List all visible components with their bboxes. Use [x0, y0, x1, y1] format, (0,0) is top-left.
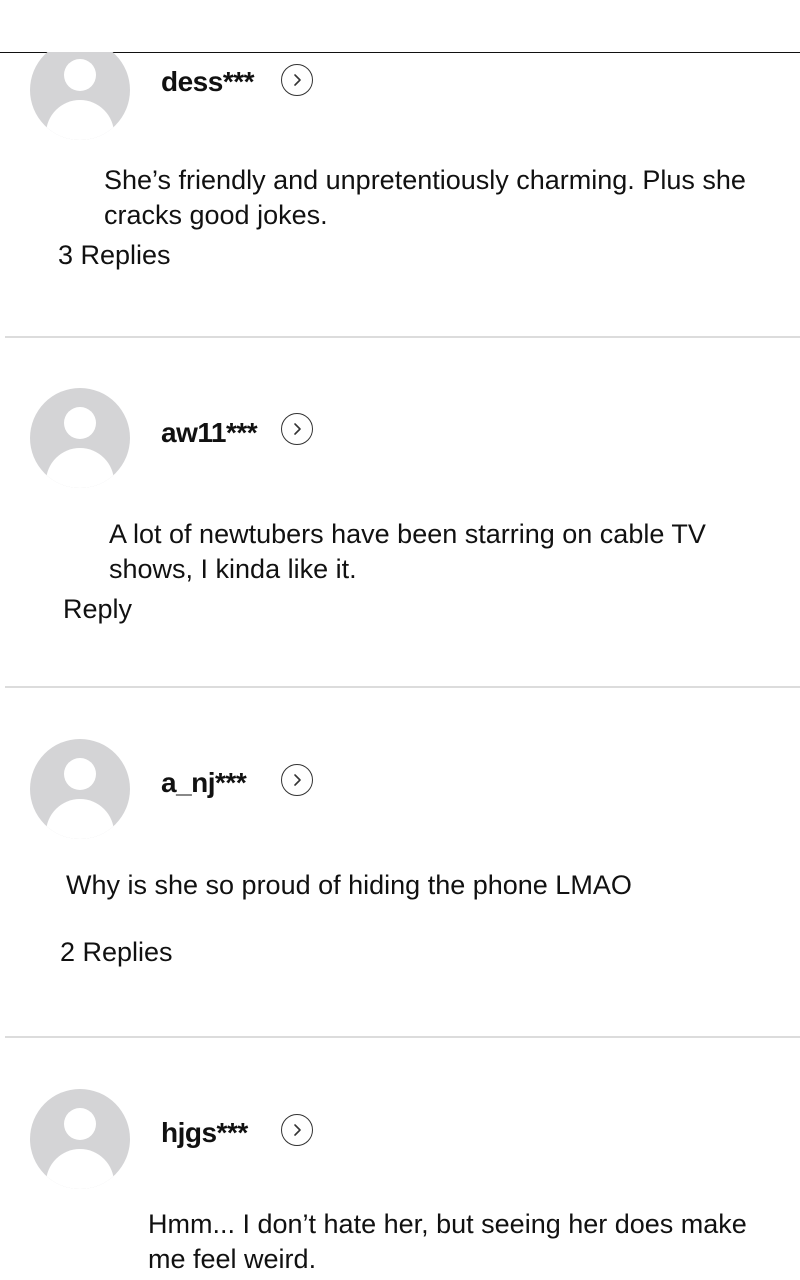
- avatar-head-icon: [64, 59, 96, 91]
- chevron-right-icon: [294, 774, 301, 786]
- avatar-head-icon: [64, 1108, 96, 1140]
- comment-text-line: Why is she so proud of hiding the phone …: [66, 870, 632, 900]
- chevron-right-icon: [294, 74, 301, 86]
- avatar-body-icon: [46, 448, 114, 488]
- replies-link[interactable]: 2 Replies: [60, 937, 173, 968]
- comment-text-line: shows, I kinda like it.: [109, 554, 357, 584]
- replies-link[interactable]: 3 Replies: [58, 240, 171, 271]
- avatar-body-icon: [46, 799, 114, 839]
- profile-link-button[interactable]: [281, 1114, 313, 1146]
- avatar-body-icon: [46, 1149, 114, 1189]
- comment-text-line: She’s friendly and unpretentiously charm…: [104, 165, 746, 195]
- avatar-head-icon: [64, 758, 96, 790]
- chevron-right-icon: [294, 1124, 301, 1136]
- comment-text-line: cracks good jokes.: [104, 200, 328, 230]
- avatar[interactable]: [30, 388, 130, 488]
- comment-text-line: Hmm... I don’t hate her, but seeing her …: [148, 1209, 747, 1239]
- comment-divider: [5, 1036, 800, 1038]
- comment-username[interactable]: dess***: [161, 66, 255, 98]
- avatar[interactable]: [30, 40, 130, 140]
- comment-username[interactable]: a_nj***: [161, 767, 247, 799]
- comment-username[interactable]: hjgs***: [161, 1117, 248, 1149]
- avatar[interactable]: [30, 1089, 130, 1189]
- profile-link-button[interactable]: [281, 64, 313, 96]
- avatar-head-icon: [64, 407, 96, 439]
- chevron-right-icon: [294, 423, 301, 435]
- reply-link[interactable]: Reply: [63, 594, 132, 625]
- profile-link-button[interactable]: [281, 764, 313, 796]
- avatar-body-icon: [46, 100, 114, 140]
- avatar[interactable]: [30, 739, 130, 839]
- comment-divider: [5, 686, 800, 688]
- top-bar: [0, 0, 800, 52]
- comment-text-line: A lot of newtubers have been starring on…: [109, 519, 706, 549]
- comment-divider: [5, 336, 800, 338]
- comment-username[interactable]: aw11***: [161, 417, 258, 449]
- comment-text-line: me feel weird.: [148, 1244, 317, 1274]
- profile-link-button[interactable]: [281, 413, 313, 445]
